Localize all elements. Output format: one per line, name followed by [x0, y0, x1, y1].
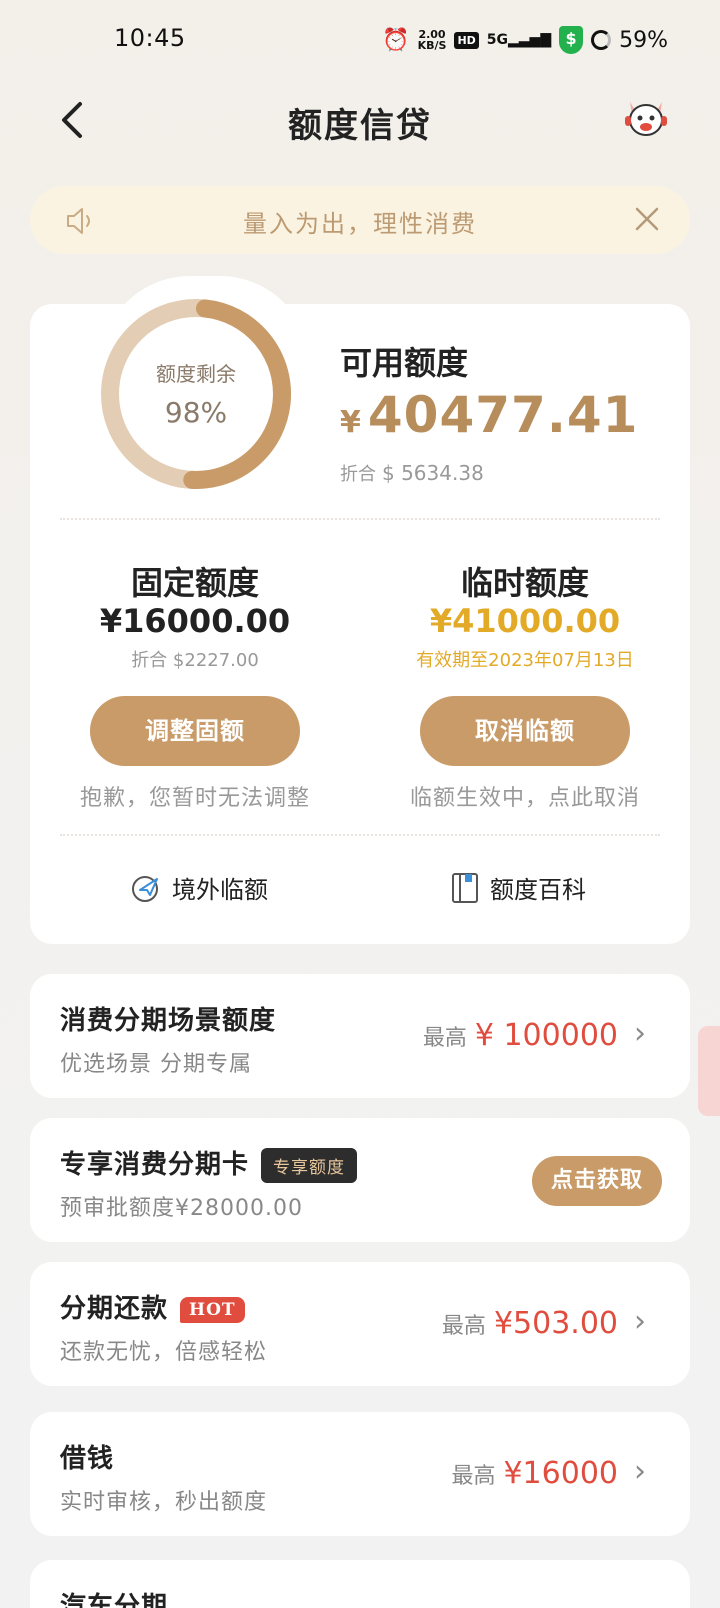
battery-percent: 59%	[619, 27, 668, 53]
fixed-credit-usd: 折合 $2227.00	[131, 650, 259, 671]
page-title: 额度信贷	[288, 106, 432, 146]
row-title: 消费分期场景额度	[60, 1006, 277, 1036]
hot-tag: HOT	[180, 1296, 245, 1323]
temp-credit-title: 临时额度	[460, 564, 589, 602]
fixed-credit-note: 抱歉，您暂时无法调整	[79, 786, 310, 811]
remaining-label: 额度剩余	[156, 362, 236, 386]
status-bar: 10:45 ⏰ 2.00 KB/S HD 5G▂▃▅▇ $ 59%	[0, 0, 720, 84]
currency-symbol: ¥	[340, 405, 362, 440]
get-offer-button[interactable]: 点击获取	[532, 1156, 662, 1206]
divider	[60, 518, 660, 520]
hd-icon: HD	[454, 31, 479, 49]
temp-credit-expiry: 有效期至2023年07月13日	[416, 650, 634, 671]
plane-icon	[132, 875, 158, 902]
cancel-temp-button[interactable]: 取消临额	[420, 696, 630, 766]
status-icons: ⏰ 2.00 KB/S HD 5G▂▃▅▇ $ 59%	[382, 26, 668, 54]
row-subtitle: 实时审核，秒出额度	[60, 1490, 268, 1515]
list-item-borrow[interactable]: 借钱 实时审核，秒出额度 最高 ¥16000 ›	[30, 1412, 690, 1536]
row-subtitle: 预审批额度¥28000.00	[60, 1196, 303, 1221]
customer-service-button[interactable]	[622, 96, 670, 142]
signal-icon: 5G▂▃▅▇	[486, 32, 552, 48]
alarm-icon: ⏰	[382, 27, 410, 53]
row-title: 汽车分期	[60, 1592, 169, 1608]
chevron-right-icon: ›	[634, 1016, 646, 1051]
row-max: 最高 ¥16000	[451, 1456, 618, 1491]
row-title: 分期还款 HOT	[60, 1288, 245, 1325]
notice-close-button[interactable]	[632, 198, 662, 243]
fixed-credit-title: 固定额度	[130, 564, 259, 602]
close-icon	[635, 207, 659, 231]
divider	[60, 834, 660, 836]
overseas-temp-link[interactable]: 境外临额	[130, 870, 268, 905]
network-speed: 2.00 KB/S	[417, 28, 447, 52]
remaining-donut	[101, 299, 291, 489]
status-time: 10:45	[114, 24, 186, 52]
row-max: 最高 ¥503.00	[441, 1306, 618, 1341]
book-icon	[452, 872, 478, 903]
row-title: 专享消费分期卡 专享额度	[60, 1144, 358, 1183]
available-title: 可用额度	[340, 344, 469, 382]
row-title: 借钱	[60, 1444, 115, 1474]
adjust-fixed-button[interactable]: 调整固额	[90, 696, 300, 766]
list-item-installment-scene[interactable]: 消费分期场景额度 优选场景 分期专属 最高 ¥ 100000 ›	[30, 974, 690, 1098]
remaining-percent: 98%	[164, 396, 228, 429]
available-usd: 折合 $ 5634.38	[340, 461, 484, 485]
notice-text: 量入为出，理性消费	[243, 210, 477, 238]
available-amount: ¥40477.41	[340, 386, 639, 444]
floating-promo-widget[interactable]	[698, 1026, 720, 1116]
list-item-installment-repay[interactable]: 分期还款 HOT 还款无忧，倍感轻松 最高 ¥503.00 ›	[30, 1262, 690, 1386]
list-item-exclusive-card[interactable]: 专享消费分期卡 专享额度 预审批额度¥28000.00 点击获取	[30, 1118, 690, 1242]
row-max: 最高 ¥ 100000	[422, 1018, 618, 1053]
exclusive-tag: 专享额度	[261, 1148, 358, 1183]
temp-credit-amount: ¥41000.00	[429, 602, 621, 640]
temp-credit-note[interactable]: 临额生效中，点此取消	[360, 780, 690, 812]
battery-ring-icon	[591, 30, 612, 50]
security-shield-icon: $	[559, 26, 584, 54]
mascot-icon	[625, 102, 667, 136]
row-subtitle: 优选场景 分期专属	[60, 1052, 252, 1077]
fixed-credit-amount: ¥16000.00	[99, 602, 291, 640]
notice-bar: 量入为出，理性消费	[30, 186, 690, 254]
credit-summary-card: 额度剩余 98% 可用额度 ¥40477.41 折合 $ 5634.38 固定额度…	[30, 276, 690, 944]
credit-wiki-link[interactable]: 额度百科	[450, 870, 586, 905]
chevron-right-icon: ›	[634, 1304, 646, 1339]
chevron-right-icon: ›	[634, 1454, 646, 1489]
row-subtitle: 还款无忧，倍感轻松	[60, 1340, 268, 1365]
nav-bar: 额度信贷	[0, 84, 720, 160]
list-item-car-installment[interactable]: 汽车分期	[30, 1560, 690, 1608]
